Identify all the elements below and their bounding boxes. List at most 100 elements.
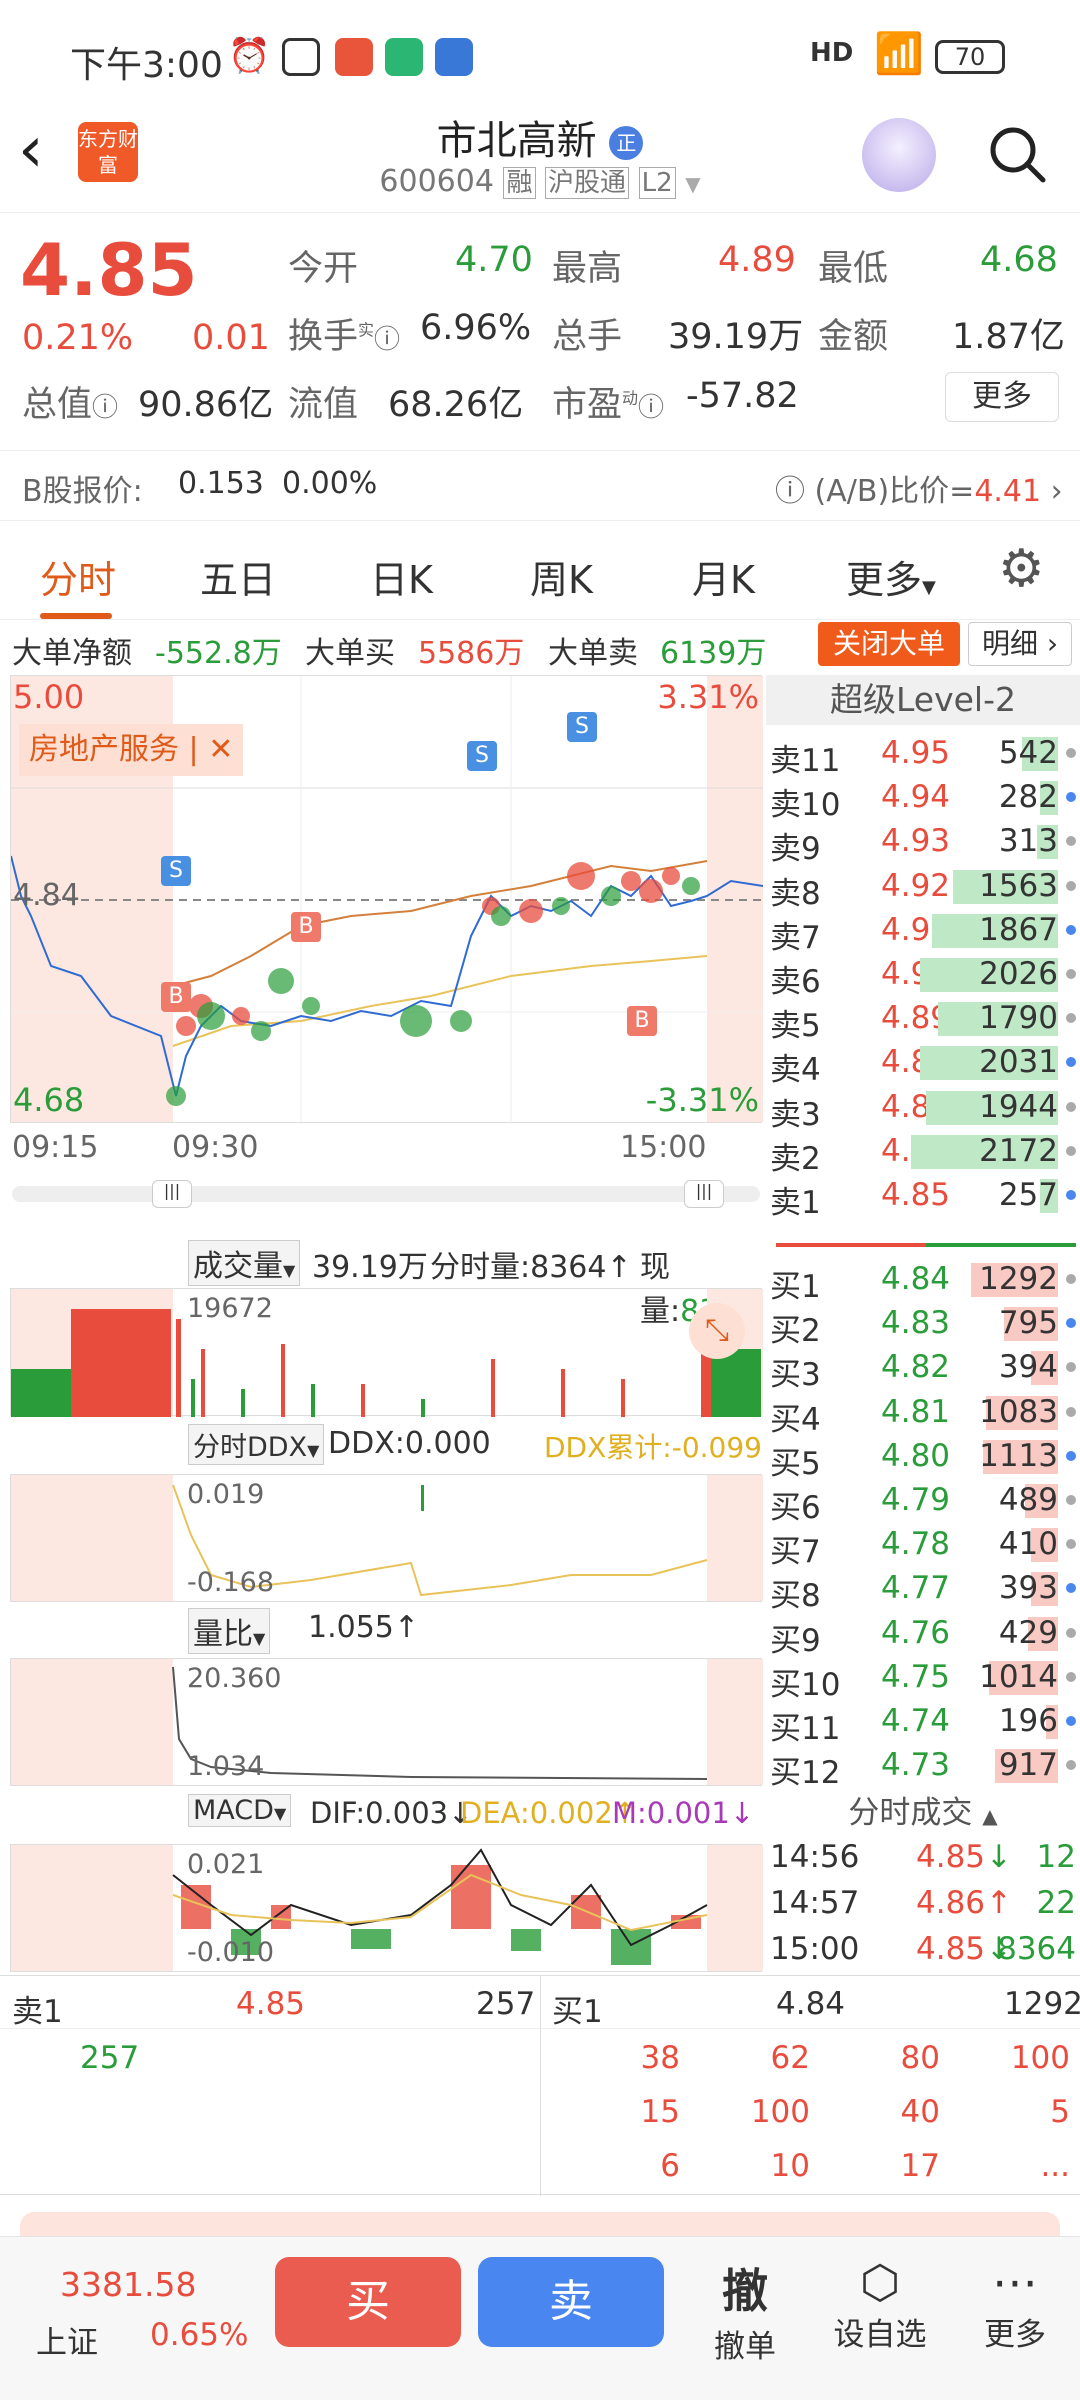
- mid-price-label: 4.84: [13, 878, 80, 913]
- queue-buy-item: 5: [1050, 2094, 1070, 2130]
- ab-ratio[interactable]: ⓘ (A/B)比价=4.41 ›: [775, 466, 1063, 510]
- macd-selector[interactable]: MACD▼: [188, 1794, 292, 1827]
- trade-volume: 22: [1036, 1885, 1076, 1921]
- level-label: 卖10: [770, 787, 841, 824]
- settings-icon[interactable]: ⚙: [998, 539, 1045, 599]
- bid-row[interactable]: 买9 4.76 429: [766, 1611, 1080, 1659]
- bid-row[interactable]: 买7 4.78 410: [766, 1522, 1080, 1570]
- level-label: 买10: [770, 1666, 841, 1703]
- ask-row[interactable]: 卖24.862172: [766, 1129, 1080, 1177]
- big-sell-value: 6139万: [660, 636, 767, 671]
- level-volume: 917: [998, 1747, 1058, 1784]
- range-scrollbar[interactable]: ||| |||: [12, 1180, 760, 1208]
- bid-row[interactable]: 买4 4.81 1083: [766, 1390, 1080, 1438]
- macd-chart[interactable]: 0.021 -0.010: [10, 1844, 763, 1972]
- more-quote-button[interactable]: 更多: [945, 372, 1059, 422]
- tab-monthly-k[interactable]: 月K: [692, 549, 755, 604]
- buy-marker-icon[interactable]: B: [627, 1006, 657, 1036]
- index-pct[interactable]: 0.65%: [150, 2317, 248, 2353]
- level-price: 4.85: [881, 1177, 951, 1213]
- bid-row[interactable]: 买8 4.77 393: [766, 1566, 1080, 1614]
- bid-row[interactable]: 买11 4.74 196: [766, 1699, 1080, 1747]
- ddx-chart[interactable]: 0.019 -0.168: [10, 1474, 763, 1602]
- tab-five-day[interactable]: 五日: [200, 549, 276, 604]
- ask-row[interactable]: 卖7 4.91 1867: [766, 908, 1080, 956]
- tab-more-label: 更多: [846, 558, 923, 602]
- volume-selector-label: 成交量: [193, 1249, 283, 1284]
- activity-dot-icon: [1066, 1627, 1076, 1638]
- change-amount: 0.01: [192, 318, 270, 358]
- bid-row[interactable]: 买10 4.75 1014: [766, 1655, 1080, 1703]
- activity-dot-icon: [1066, 1318, 1076, 1329]
- level-volume: 1790: [979, 1000, 1058, 1037]
- index-value[interactable]: 3381.58: [60, 2265, 196, 2304]
- ratio-selector[interactable]: 量比▼: [188, 1608, 271, 1654]
- close-big-order-button[interactable]: 关闭大单: [818, 622, 960, 666]
- tab-weekly-k[interactable]: 周K: [530, 549, 593, 604]
- add-watchlist-button[interactable]: ⬡ 设自选: [820, 2255, 940, 2354]
- bid-row[interactable]: 买2 4.83 795: [766, 1301, 1080, 1349]
- ask-row[interactable]: 卖3 4.87 1944: [766, 1085, 1080, 1133]
- expand-icon[interactable]: ⤡: [689, 1303, 745, 1359]
- bid-row[interactable]: 买3 4.82 394: [766, 1345, 1080, 1393]
- activity-dot-icon: [1066, 1190, 1076, 1200]
- ask-row[interactable]: 卖6 4.90 2026: [766, 952, 1080, 1000]
- trade-price: 4.85: [916, 1931, 986, 1967]
- bid-row[interactable]: 买5 4.80 1113: [766, 1434, 1080, 1482]
- sector-tag[interactable]: 房地产服务 | ✕: [19, 724, 244, 776]
- chevron-down-icon: ▼: [283, 1261, 296, 1280]
- level-volume: 196: [998, 1703, 1058, 1739]
- tab-intraday[interactable]: 分时: [40, 549, 116, 604]
- open-value: 4.70: [455, 240, 533, 280]
- queue-header-divider: [0, 2028, 1080, 2029]
- queue-buy-item: 62: [770, 2040, 810, 2076]
- more-button[interactable]: ⋯ 更多: [970, 2255, 1060, 2354]
- ask-row[interactable]: 卖9 4.93 313: [766, 819, 1080, 867]
- detail-button[interactable]: 明细 ›: [968, 622, 1072, 666]
- chevron-up-icon: ▲: [982, 1804, 998, 1828]
- ask-row[interactable]: 卖4 4.88 2031: [766, 1040, 1080, 1088]
- ask-row[interactable]: 卖11 4.95 542: [766, 731, 1080, 779]
- range-handle-left[interactable]: |||: [152, 1180, 192, 1208]
- intraday-price-chart[interactable]: 5.00 3.31% 4.84 4.68 -3.31% 房地产服务 | ✕ S …: [10, 675, 763, 1124]
- tab-more[interactable]: 更多▼: [846, 549, 936, 604]
- sell-marker-icon[interactable]: S: [161, 856, 191, 886]
- ask-row[interactable]: 卖10 4.94 282: [766, 775, 1080, 823]
- sell-button[interactable]: 卖: [478, 2257, 664, 2347]
- sell-marker-icon[interactable]: S: [467, 741, 497, 771]
- volume-label: 总手: [552, 317, 623, 357]
- info-icon[interactable]: ⓘ: [374, 325, 400, 355]
- index-name[interactable]: 上证: [36, 2317, 98, 2362]
- bid-row[interactable]: 买1 4.84 1292: [766, 1257, 1080, 1305]
- buy-button[interactable]: 买: [275, 2257, 461, 2347]
- assistant-avatar-icon[interactable]: [862, 118, 936, 192]
- ddx-selector[interactable]: 分时DDX▼: [188, 1424, 325, 1465]
- trades-title[interactable]: 分时成交 ▲: [766, 1787, 1080, 1832]
- buy-marker-icon[interactable]: B: [291, 912, 321, 942]
- ratio-chart[interactable]: 20.360 1.034: [10, 1658, 763, 1786]
- tab-daily-k[interactable]: 日K: [370, 549, 433, 604]
- chevron-down-icon: ▼: [685, 172, 701, 196]
- level-price: 4.74: [881, 1703, 951, 1739]
- close-icon[interactable]: ✕: [208, 732, 233, 767]
- bid-row[interactable]: 买12 4.73 917: [766, 1743, 1080, 1791]
- volume-chart[interactable]: 19672 ⤡: [10, 1288, 763, 1417]
- activity-dot-icon: [1066, 1406, 1076, 1417]
- range-handle-right[interactable]: |||: [684, 1180, 724, 1208]
- ask-row[interactable]: 卖1 4.85 257: [766, 1173, 1080, 1221]
- search-icon[interactable]: [985, 122, 1049, 186]
- cancel-order-button[interactable]: 撤撤单: [700, 2255, 790, 2366]
- sell-marker-icon[interactable]: S: [567, 712, 597, 742]
- level-label: 卖11: [770, 743, 841, 779]
- buy-marker-icon[interactable]: B: [161, 982, 191, 1012]
- ask-row[interactable]: 卖8 4.92 1563: [766, 864, 1080, 912]
- info-icon[interactable]: ⓘ: [638, 393, 664, 423]
- bid-row[interactable]: 买6 4.79 489: [766, 1478, 1080, 1526]
- volume-bars-svg: [11, 1309, 761, 1417]
- volume-selector[interactable]: 成交量▼: [188, 1240, 301, 1286]
- info-icon[interactable]: ⓘ: [92, 393, 118, 423]
- ask-row[interactable]: 卖5 4.89 1790: [766, 996, 1080, 1044]
- level-volume: 1014: [979, 1658, 1058, 1695]
- volume-tick-text: 分时量:8364: [430, 1250, 607, 1285]
- level-price: 4.95: [881, 735, 951, 771]
